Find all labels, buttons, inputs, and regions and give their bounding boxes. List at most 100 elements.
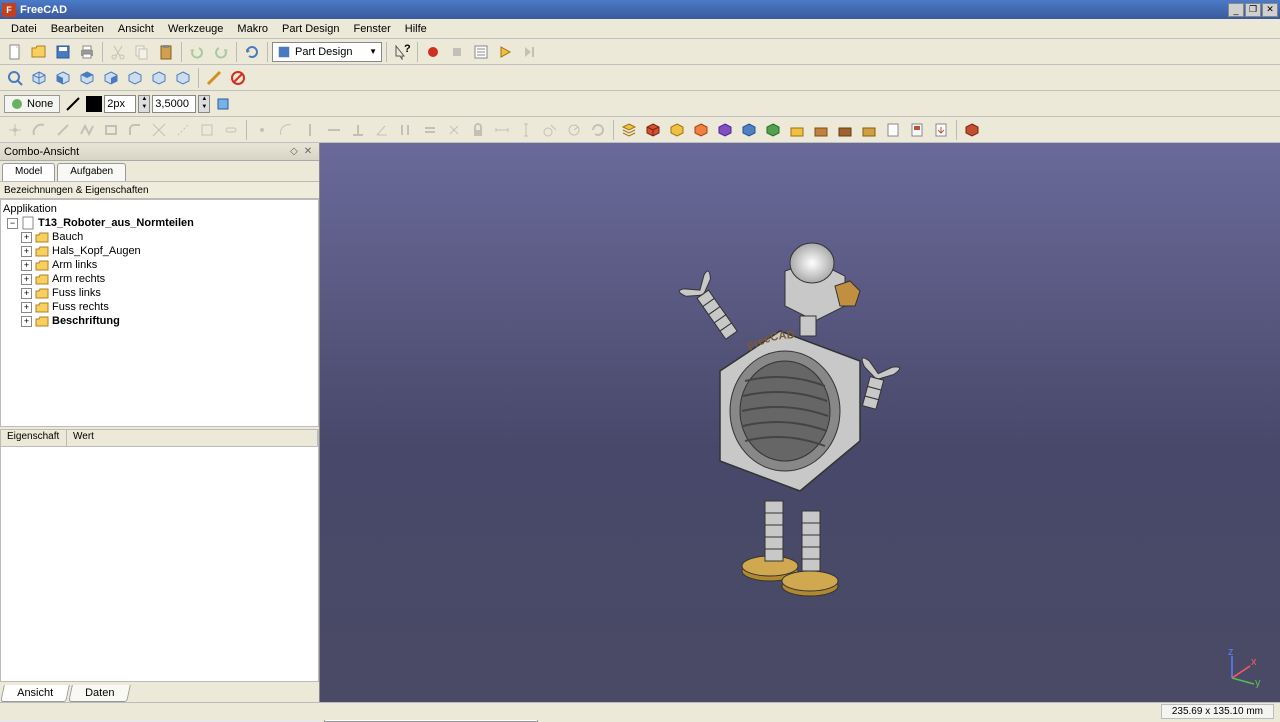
tree-root[interactable]: Applikation [3, 202, 316, 216]
save-file-button[interactable] [52, 41, 74, 63]
menu-werkzeuge[interactable]: Werkzeuge [161, 21, 230, 37]
part-pad-icon[interactable] [666, 119, 688, 141]
3d-viewport[interactable]: FreeCAD z y x [320, 143, 1280, 702]
expander-icon[interactable]: + [21, 288, 32, 299]
expander-icon[interactable]: + [21, 316, 32, 327]
measure-button[interactable] [203, 67, 225, 89]
constraint-lock-icon[interactable] [467, 119, 489, 141]
menu-fenster[interactable]: Fenster [346, 21, 397, 37]
panel-float-button[interactable]: ◇ [287, 145, 301, 159]
expander-icon[interactable]: − [7, 218, 18, 229]
new-file-button[interactable] [4, 41, 26, 63]
constraint-point-icon[interactable] [251, 119, 273, 141]
macro-step-button[interactable] [518, 41, 540, 63]
tree-item[interactable]: +Fuss links [3, 286, 316, 300]
constraint-coincident-icon[interactable] [275, 119, 297, 141]
linewidth-spinner[interactable]: ▲▼ [138, 95, 150, 113]
view-left-button[interactable] [172, 67, 194, 89]
part-revolve-icon[interactable] [714, 119, 736, 141]
expander-icon[interactable]: + [21, 302, 32, 313]
view-front-button[interactable] [52, 67, 74, 89]
sketch-line-icon[interactable] [52, 119, 74, 141]
copy-button[interactable] [131, 41, 153, 63]
menu-partdesign[interactable]: Part Design [275, 21, 346, 37]
linewidth-input[interactable] [104, 95, 136, 113]
cut-button[interactable] [107, 41, 129, 63]
menu-hilfe[interactable]: Hilfe [398, 21, 434, 37]
part-page-icon[interactable] [882, 119, 904, 141]
apply-style-button[interactable] [212, 93, 234, 115]
sketch-construction-icon[interactable] [172, 119, 194, 141]
constraint-vdist-icon[interactable] [515, 119, 537, 141]
view-iso-button[interactable] [28, 67, 50, 89]
part-pattern-icon[interactable] [858, 119, 880, 141]
sketch-fillet-icon[interactable] [124, 119, 146, 141]
part-page2-icon[interactable] [906, 119, 928, 141]
stop-macro-button[interactable] [446, 41, 468, 63]
constraint-hdist-icon[interactable] [491, 119, 513, 141]
tree-item[interactable]: +Arm rechts [3, 272, 316, 286]
expander-icon[interactable]: + [21, 246, 32, 257]
property-body[interactable] [0, 447, 319, 682]
sketch-polyline-icon[interactable] [76, 119, 98, 141]
tree-item[interactable]: +Bauch [3, 230, 316, 244]
constraint-angle-icon[interactable] [371, 119, 393, 141]
color-swatch[interactable] [86, 96, 102, 112]
constraint-refresh-icon[interactable] [587, 119, 609, 141]
expander-icon[interactable]: + [21, 232, 32, 243]
tree-item[interactable]: +Hals_Kopf_Augen [3, 244, 316, 258]
macro-list-button[interactable] [470, 41, 492, 63]
tree-doc[interactable]: − T13_Roboter_aus_Normteilen [3, 216, 316, 230]
tree-item[interactable]: +Fuss rechts [3, 300, 316, 314]
view-top-button[interactable] [76, 67, 98, 89]
draft-value-input[interactable] [152, 95, 196, 113]
part-chamfer-icon[interactable] [762, 119, 784, 141]
constraint-mode-button[interactable]: None [4, 95, 60, 113]
part-box-icon[interactable] [642, 119, 664, 141]
part-mirror-icon[interactable] [834, 119, 856, 141]
minimize-button[interactable]: _ [1228, 3, 1244, 17]
model-tree[interactable]: Applikation − T13_Roboter_aus_Normteilen… [0, 199, 319, 427]
part-layers-icon[interactable] [618, 119, 640, 141]
panel-close-button[interactable]: ✕ [301, 145, 315, 159]
undo-button[interactable] [186, 41, 208, 63]
menu-bearbeiten[interactable]: Bearbeiten [44, 21, 111, 37]
constraint-symmetric-icon[interactable] [443, 119, 465, 141]
constraint-perpendicular-icon[interactable] [347, 119, 369, 141]
part-draft-icon[interactable] [810, 119, 832, 141]
part-fillet-icon[interactable] [786, 119, 808, 141]
tab-model[interactable]: Model [2, 163, 55, 181]
sketch-arc-icon[interactable] [28, 119, 50, 141]
constraint-radius-icon[interactable] [563, 119, 585, 141]
constraint-equal-icon[interactable] [419, 119, 441, 141]
line-color-button[interactable] [62, 93, 84, 115]
tree-item[interactable]: +Arm links [3, 258, 316, 272]
record-macro-button[interactable] [422, 41, 444, 63]
expander-icon[interactable]: + [21, 274, 32, 285]
constraint-parallel-icon[interactable] [395, 119, 417, 141]
part-cube-icon[interactable] [961, 119, 983, 141]
constraint-vertical-icon[interactable] [299, 119, 321, 141]
sketch-origin-icon[interactable] [4, 119, 26, 141]
view-bottom-button[interactable] [148, 67, 170, 89]
view-right-button[interactable] [100, 67, 122, 89]
tab-daten[interactable]: Daten [68, 685, 131, 702]
macro-run-button[interactable] [494, 41, 516, 63]
constraint-horizontal-icon[interactable] [323, 119, 345, 141]
sketch-trim-icon[interactable] [148, 119, 170, 141]
redo-button[interactable] [210, 41, 232, 63]
fit-all-button[interactable] [4, 67, 26, 89]
draft-value-spinner[interactable]: ▲▼ [198, 95, 210, 113]
refresh-button[interactable] [241, 41, 263, 63]
stop-sign-button[interactable] [227, 67, 249, 89]
whatsthis-button[interactable]: ? [391, 41, 413, 63]
expander-icon[interactable]: + [21, 260, 32, 271]
tab-aufgaben[interactable]: Aufgaben [57, 163, 126, 181]
tab-ansicht[interactable]: Ansicht [0, 685, 70, 702]
tree-item[interactable]: +Beschriftung [3, 314, 316, 328]
sketch-external-icon[interactable] [196, 119, 218, 141]
part-pocket-icon[interactable] [690, 119, 712, 141]
menu-makro[interactable]: Makro [230, 21, 275, 37]
part-export-icon[interactable] [930, 119, 952, 141]
open-file-button[interactable] [28, 41, 50, 63]
